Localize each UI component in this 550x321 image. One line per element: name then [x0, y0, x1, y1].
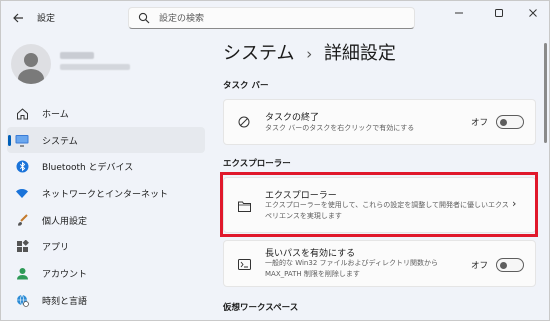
sidebar-nav: ホーム システム Bluetooth とデバイス ネットワークとインターネット …	[7, 100, 205, 314]
task-end-toggle[interactable]	[496, 115, 524, 129]
arrow-left-icon	[13, 13, 23, 23]
breadcrumb-separator: ›	[306, 45, 313, 63]
settings-window: 設定 設定の検索 ホーム システム Bluetooth とデバイス ネットワーク…	[0, 0, 550, 321]
sidebar-item-label: Bluetooth とデバイス	[42, 163, 134, 174]
scrollbar[interactable]	[544, 43, 547, 143]
task-end-title: タスクの終了	[265, 113, 320, 123]
breadcrumb: システム › 詳細設定	[223, 39, 396, 65]
wifi-icon	[15, 186, 29, 200]
long-path-toggle-state: オフ	[471, 261, 489, 271]
long-path-description-line2: MAX_PATH 制限を削除します	[265, 270, 360, 278]
section-virtual-workspace: 仮想ワークスペース	[223, 303, 299, 313]
task-end-description: タスク バーのタスクを右クリックで有効にする	[265, 124, 415, 132]
search-input[interactable]	[159, 11, 399, 26]
sidebar-item-time-language[interactable]: 時刻と言語	[7, 287, 205, 314]
home-icon	[15, 106, 29, 120]
breadcrumb-parent[interactable]: システム	[223, 43, 294, 64]
bluetooth-icon	[15, 160, 29, 174]
sidebar-item-label: アカウント	[42, 269, 88, 280]
globe-clock-icon	[15, 293, 29, 307]
explorer-description-line1: エクスプローラーを使用して、これらの設定を調整して開発者に優しいエクス	[265, 201, 509, 209]
search-icon	[138, 12, 150, 24]
sidebar-item-label: ネットワークとインターネット	[42, 189, 169, 200]
title-bar: 設定	[1, 1, 549, 35]
user-name-blurred	[60, 52, 94, 59]
task-end-setting-card: タスクの終了 タスク バーのタスクを右クリックで有効にする オフ	[223, 99, 536, 145]
user-profile[interactable]	[11, 44, 201, 84]
minimize-icon	[455, 12, 463, 14]
sidebar-item-label: ホーム	[42, 109, 69, 120]
page-title: 詳細設定	[323, 43, 396, 64]
sidebar-item-apps[interactable]: アプリ	[7, 233, 205, 260]
sidebar-item-system[interactable]: システム	[7, 126, 205, 154]
task-end-toggle-state: オフ	[471, 118, 489, 128]
sidebar-item-accounts[interactable]: アカウント	[7, 260, 205, 287]
brush-icon	[15, 213, 29, 227]
maximize-icon	[495, 9, 503, 17]
folder-icon	[237, 199, 251, 213]
section-explorer: エクスプローラー	[223, 159, 291, 169]
section-taskbar: タスク バー	[223, 81, 269, 91]
account-icon	[15, 266, 29, 280]
explorer-description-line2: ペリエンスを実現します	[265, 212, 342, 220]
search-box[interactable]	[128, 7, 415, 29]
sidebar-item-personalization[interactable]: 個人用設定	[7, 207, 205, 234]
app-title: 設定	[37, 14, 56, 24]
block-icon	[237, 115, 251, 129]
close-button[interactable]	[515, 1, 550, 25]
back-button[interactable]	[10, 10, 26, 26]
long-path-description-line1: 一般的な Win32 ファイルおよびディレクトリ関数から	[265, 259, 439, 267]
sidebar-item-home[interactable]: ホーム	[7, 100, 205, 127]
sidebar-item-label: システム	[42, 136, 78, 147]
sidebar-item-network[interactable]: ネットワークとインターネット	[7, 180, 205, 207]
chevron-right-icon: ›	[512, 197, 517, 210]
close-icon	[529, 9, 537, 17]
monitor-icon	[15, 133, 29, 147]
path-icon	[237, 257, 251, 271]
user-avatar-icon	[11, 44, 51, 84]
long-path-toggle[interactable]	[496, 258, 524, 272]
minimize-button[interactable]	[441, 1, 477, 25]
maximize-button[interactable]	[481, 1, 517, 25]
explorer-setting-card[interactable]: エクスプローラー エクスプローラーを使用して、これらの設定を調整して開発者に優し…	[223, 177, 536, 233]
sidebar-item-label: アプリ	[42, 243, 70, 254]
long-path-setting-card: 長いパスを有効にする 一般的な Win32 ファイルおよびディレクトリ関数から …	[223, 240, 536, 287]
sidebar-item-bluetooth[interactable]: Bluetooth とデバイス	[7, 153, 205, 180]
apps-icon	[15, 240, 29, 254]
sidebar-item-label: 個人用設定	[42, 216, 88, 227]
user-email-blurred	[60, 64, 130, 70]
sidebar-item-label: 時刻と言語	[42, 296, 88, 307]
